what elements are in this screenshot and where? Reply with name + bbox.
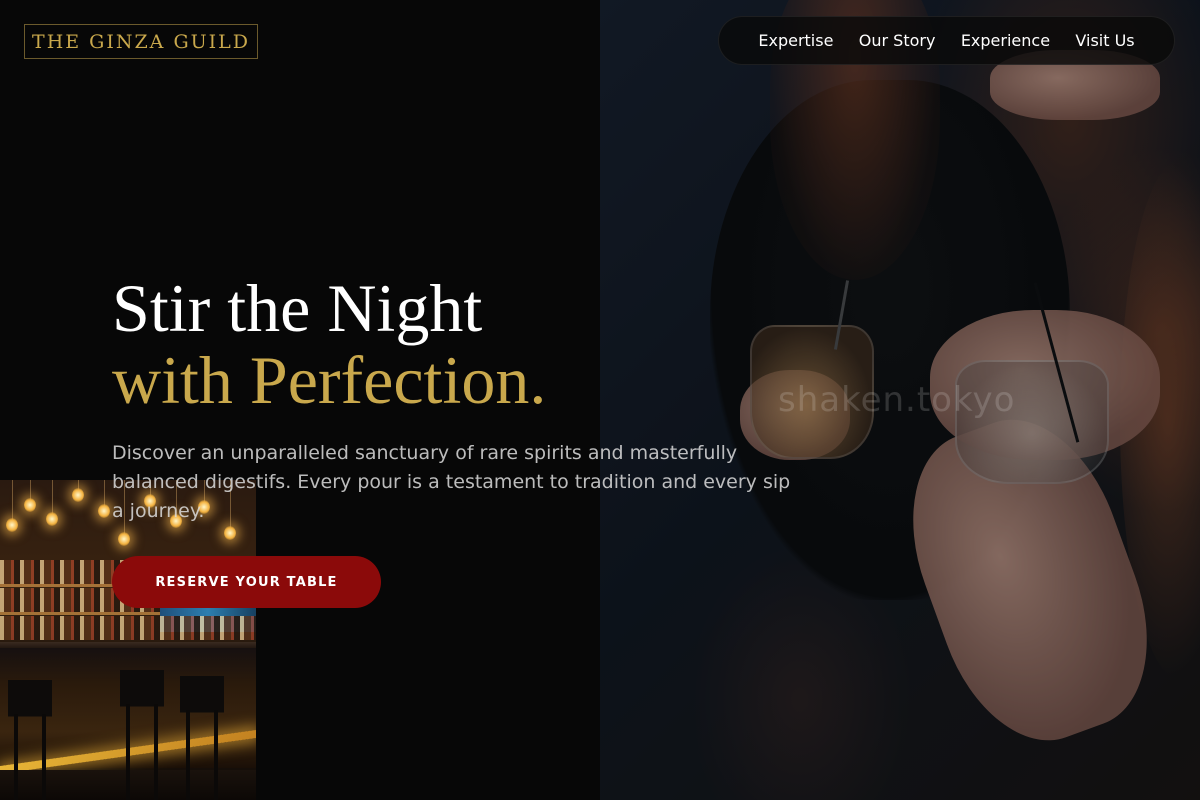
bulb-wire [30,480,31,500]
bulb-light [98,504,110,518]
photo-watermark: shaken.tokyo [778,380,1016,420]
bar-photo [0,480,256,800]
nav-link-experience[interactable]: Experience [961,31,1050,50]
landing-page: shaken.tokyo THE GINZA GUILD Expertise O… [0,0,1200,800]
bulb-light [118,532,130,546]
hero-title-line2: with Perfection. [112,342,547,418]
bulb-light [6,518,18,532]
bulb-wire [12,480,13,520]
bulb-light [46,512,58,526]
bulb-light [72,488,84,502]
bottle-shelf-row [0,616,256,640]
bulb-light [24,498,36,512]
hero-title-line1: Stir the Night [112,270,483,346]
bulb-wire [52,480,53,514]
bulb-wire [104,480,105,506]
site-logo[interactable]: THE GINZA GUILD [24,24,258,59]
reserve-table-button[interactable]: RESERVE YOUR TABLE [112,556,381,608]
bar-stool [180,676,224,800]
nav-link-our-story[interactable]: Our Story [859,31,936,50]
hero-photo: shaken.tokyo [600,0,1200,800]
nav-link-visit-us[interactable]: Visit Us [1075,31,1134,50]
bulb-light [224,526,236,540]
bar-stool [120,670,164,800]
hero-title: Stir the Night with Perfection. [112,272,546,416]
nav-link-expertise[interactable]: Expertise [758,31,833,50]
main-nav: Expertise Our Story Experience Visit Us [718,16,1175,65]
hero-description: Discover an unparalleled sanctuary of ra… [112,442,791,522]
bar-stool [8,680,52,800]
